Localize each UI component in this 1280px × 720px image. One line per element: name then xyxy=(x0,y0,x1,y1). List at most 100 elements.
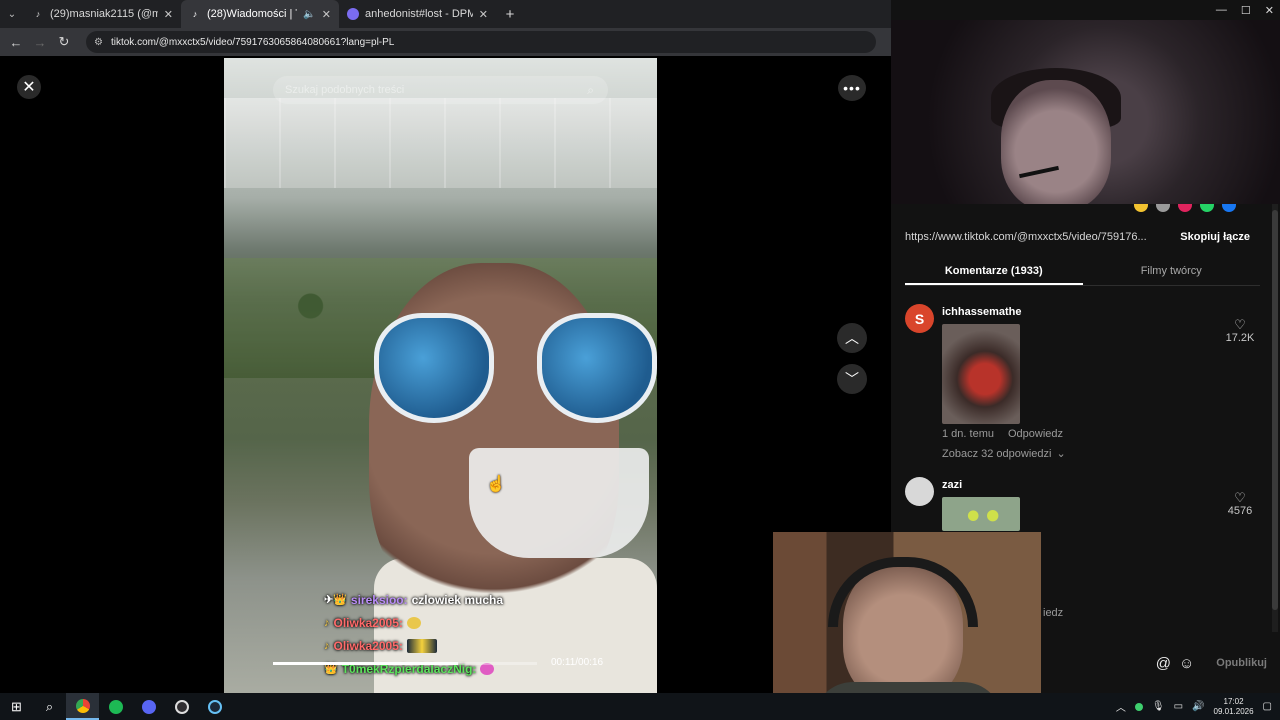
progress-fill xyxy=(273,662,458,665)
volume-icon[interactable]: 🔊 xyxy=(1192,701,1204,712)
chrome-icon[interactable] xyxy=(66,693,99,720)
comment-username[interactable]: zazi xyxy=(942,479,962,491)
view-replies-button[interactable]: Zobacz 32 odpowiedzi ⌄ xyxy=(942,447,1066,461)
chevron-up-icon[interactable]: ︿ xyxy=(1116,699,1126,714)
chevron-down-icon[interactable]: ﹀ xyxy=(837,364,867,394)
mention-icon[interactable]: @ xyxy=(1156,655,1171,672)
back-arrow-icon[interactable]: ← xyxy=(4,28,28,56)
comment-meta: 1 dn. temu Odpowiedz xyxy=(942,428,1063,440)
more-options-icon[interactable]: ••• xyxy=(838,75,866,101)
share-icon[interactable] xyxy=(1134,204,1148,212)
video-progress-bar[interactable] xyxy=(273,662,537,665)
close-window-icon[interactable]: ✕ xyxy=(1265,4,1274,17)
video-frame-sunglasses xyxy=(374,313,657,433)
browser-tab-3[interactable]: anhedonist#lost - DPM.LOL ✕ xyxy=(339,0,496,28)
clock[interactable]: 17:02 09.01.2026 xyxy=(1214,697,1254,717)
share-link-row: https://www.tiktok.com/@mxxctx5/video/75… xyxy=(905,226,1250,248)
spotify-icon[interactable] xyxy=(99,693,132,720)
video-frame-roof xyxy=(224,98,657,188)
video-stage: ✕ ••• ︿ ﹀ Szukaj podobnych treści ⌕ ✈👑 s… xyxy=(0,58,891,693)
notifications-icon[interactable]: ▢ xyxy=(1263,701,1272,712)
microphone-icon[interactable]: 🎙 xyxy=(1152,701,1165,712)
site-info-icon[interactable]: ⚙ xyxy=(94,37,103,48)
chat-badges-icon: ✈👑 xyxy=(324,594,347,606)
tab-creator-videos[interactable]: Filmy twórcy xyxy=(1083,258,1261,285)
chat-message: ✈👑 sireksioo: czlowiek mucha xyxy=(324,588,644,611)
search-icon[interactable]: ⌕ xyxy=(33,693,66,720)
maximize-icon[interactable]: ☐ xyxy=(1241,4,1251,17)
network-icon[interactable]: ▭ xyxy=(1174,701,1183,712)
speaker-icon[interactable]: 🔈 xyxy=(303,9,315,20)
post-button[interactable]: Opublikuj xyxy=(1216,657,1267,669)
share-icons-row xyxy=(891,204,1272,214)
like-button[interactable]: ♡ 4576 xyxy=(1220,491,1260,518)
close-tab-icon[interactable]: ✕ xyxy=(479,8,488,21)
tiktok-icon: ♪ xyxy=(35,9,41,19)
windows-taskbar: ⊞ ⌕ ︿ 🎙 ▭ 🔊 17:02 09.01.2026 ▢ xyxy=(0,693,1280,720)
window-controls: — ☐ ✕ xyxy=(1216,4,1274,17)
share-icon[interactable] xyxy=(1178,204,1192,212)
url-text: tiktok.com/@mxxctx5/video/75917630658640… xyxy=(110,36,395,48)
comment-username[interactable]: ichhassemathe xyxy=(942,306,1021,318)
search-icon[interactable]: ⌕ xyxy=(587,83,594,98)
dpm-icon xyxy=(347,8,359,20)
tab-label: (29)masniak2115 (@masniak21 xyxy=(50,8,158,20)
comment-image-rooster[interactable] xyxy=(942,324,1020,424)
address-bar-row: ← → ↻ ⚙ tiktok.com/@mxxctx5/video/759176… xyxy=(0,28,891,56)
clock-time: 17:02 xyxy=(1223,696,1244,706)
reply-button[interactable]: iedz xyxy=(1043,607,1063,619)
chevron-up-icon[interactable]: ︿ xyxy=(837,323,867,353)
emoji-icon[interactable]: ☺ xyxy=(1179,655,1194,672)
sunglasses-emote-icon xyxy=(406,616,421,629)
copy-link-button[interactable]: Skopiuj łącze xyxy=(1180,231,1250,243)
avatar[interactable] xyxy=(905,477,934,506)
clock-date: 09.01.2026 xyxy=(1213,706,1254,716)
tab-label: (28)Wiadomości | TikTok xyxy=(207,8,297,20)
avatar[interactable]: S xyxy=(905,304,934,333)
video-player[interactable]: Szukaj podobnych treści ⌕ ✈👑 sireksioo: … xyxy=(224,58,657,693)
browser-tab-2[interactable]: ♪ (28)Wiadomości | TikTok 🔈 ✕ xyxy=(181,0,339,28)
tab-search-icon[interactable]: ⌄ xyxy=(0,0,24,28)
panel-scrollbar[interactable] xyxy=(1272,204,1278,632)
comment-image-frog[interactable] xyxy=(942,497,1020,531)
webcam-face xyxy=(1001,80,1111,204)
browser-tab-1[interactable]: ♪ (29)masniak2115 (@masniak21 ✕ xyxy=(24,0,181,28)
reply-button[interactable]: Odpowiedz xyxy=(1008,428,1063,440)
new-tab-button[interactable]: + xyxy=(496,0,524,28)
close-icon[interactable]: ✕ xyxy=(17,75,41,99)
share-icon[interactable] xyxy=(1156,204,1170,212)
lens-right xyxy=(537,313,657,423)
search-input[interactable]: Szukaj podobnych treści ⌕ xyxy=(273,76,608,104)
discord-icon[interactable] xyxy=(132,693,165,720)
minimize-icon[interactable]: — xyxy=(1216,4,1227,17)
like-count: 4576 xyxy=(1227,505,1253,517)
windows-start-icon[interactable]: ⊞ xyxy=(0,693,33,720)
chat-message: ♪ Oliwka2005: xyxy=(324,634,644,657)
reload-icon[interactable]: ↻ xyxy=(52,28,76,56)
tab-label: anhedonist#lost - DPM.LOL xyxy=(365,8,473,20)
share-link-text: https://www.tiktok.com/@mxxctx5/video/75… xyxy=(905,231,1147,243)
share-icon[interactable] xyxy=(1222,204,1236,212)
chevron-down-icon: ⌄ xyxy=(1056,448,1066,460)
steam-icon[interactable] xyxy=(198,693,231,720)
lens-left xyxy=(374,313,494,423)
forward-arrow-icon[interactable]: → xyxy=(28,28,52,56)
scrollbar-thumb[interactable] xyxy=(1272,210,1278,610)
close-tab-icon[interactable]: ✕ xyxy=(164,8,173,21)
tab-comments[interactable]: Komentarze (1933) xyxy=(905,258,1083,285)
share-icon[interactable] xyxy=(1200,204,1214,212)
like-count: 17.2K xyxy=(1225,332,1255,344)
heart-icon[interactable]: ♡ xyxy=(1220,491,1260,505)
like-button[interactable]: ♡ 17.2K xyxy=(1220,318,1260,345)
status-icon[interactable] xyxy=(1134,702,1143,711)
system-tray: ︿ 🎙 ▭ 🔊 17:02 09.01.2026 ▢ xyxy=(1116,693,1272,720)
comment-item: S ichhassemathe ♡ 17.2K 1 dn. temu Odpow… xyxy=(905,304,1260,469)
heart-icon[interactable]: ♡ xyxy=(1220,318,1260,332)
url-field[interactable]: ⚙ tiktok.com/@mxxctx5/video/759176306586… xyxy=(86,31,876,53)
panel-tabs: Komentarze (1933) Filmy twórcy xyxy=(905,258,1260,286)
chat-user: sireksioo: xyxy=(350,592,408,607)
close-tab-icon[interactable]: ✕ xyxy=(322,8,331,21)
webcam-overlay-top xyxy=(891,20,1280,204)
obs-icon[interactable] xyxy=(165,693,198,720)
headphones-icon xyxy=(828,557,978,627)
